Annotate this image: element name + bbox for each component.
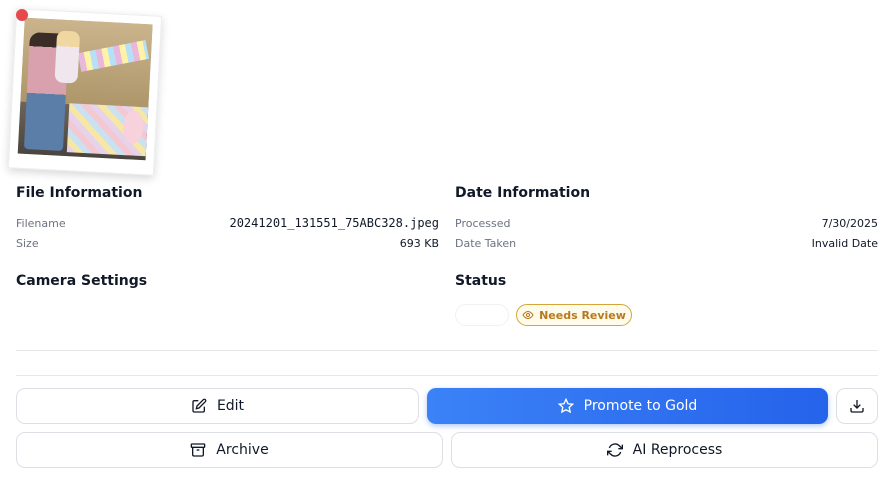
download-button[interactable] xyxy=(836,388,878,424)
archive-button[interactable]: Archive xyxy=(16,432,443,468)
refresh-icon xyxy=(606,443,623,457)
date-taken-value: Invalid Date xyxy=(811,237,878,250)
size-value: 693 KB xyxy=(399,237,439,250)
promote-label: Promote to Gold xyxy=(583,398,698,414)
filename-label: Filename xyxy=(16,217,66,230)
download-icon xyxy=(850,400,864,413)
divider-bottom xyxy=(16,375,878,376)
edit-button[interactable]: Edit xyxy=(16,388,419,424)
edit-icon xyxy=(192,398,207,413)
date-information-title: Date Information xyxy=(455,185,591,201)
photo-thumbnail[interactable] xyxy=(17,17,153,161)
selection-indicator-dot xyxy=(16,9,28,21)
photo-child xyxy=(54,30,81,84)
processed-label: Processed xyxy=(455,217,511,230)
star-icon xyxy=(557,398,574,414)
filename-value: 20241201_131551_75ABC328.jpeg xyxy=(229,216,439,230)
photo-thumbnail-frame[interactable] xyxy=(7,8,163,176)
processed-value: 7/30/2025 xyxy=(821,217,878,230)
edit-label: Edit xyxy=(216,398,245,414)
needs-review-badge: Needs Review xyxy=(516,304,632,326)
eye-icon xyxy=(522,310,534,320)
status-empty-badge xyxy=(455,304,509,326)
ai-reprocess-button[interactable]: AI Reprocess xyxy=(451,432,878,468)
promote-to-gold-button[interactable]: Promote to Gold xyxy=(427,388,828,424)
divider-top xyxy=(16,350,878,351)
needs-review-label: Needs Review xyxy=(539,308,626,322)
status-title: Status xyxy=(455,273,507,289)
size-label: Size xyxy=(16,237,39,250)
file-information-title: File Information xyxy=(16,185,143,201)
ai-reprocess-label: AI Reprocess xyxy=(632,442,723,458)
date-taken-label: Date Taken xyxy=(455,237,517,250)
archive-label: Archive xyxy=(216,442,269,458)
archive-icon xyxy=(190,443,206,457)
camera-settings-title: Camera Settings xyxy=(16,273,148,289)
